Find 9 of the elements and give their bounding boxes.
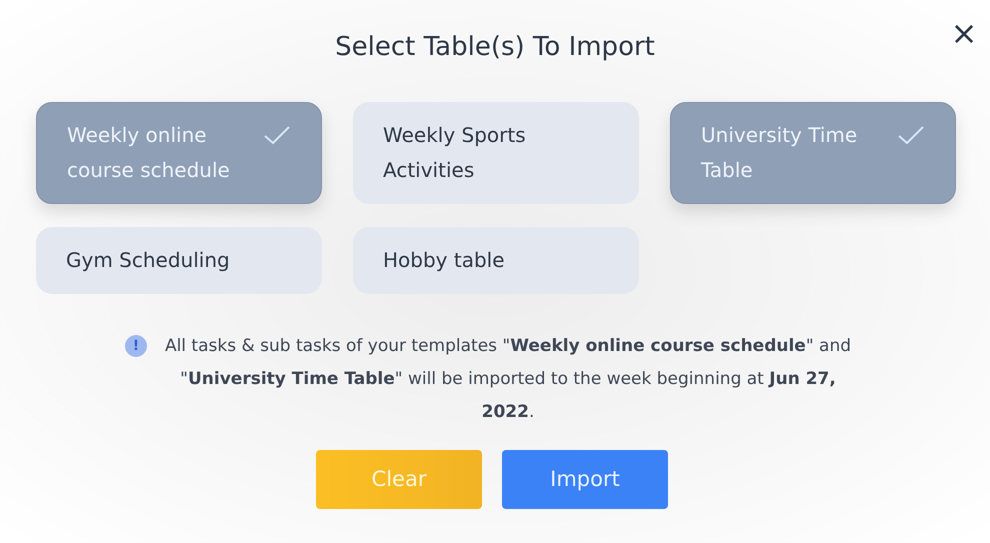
table-option[interactable]: Hobby table <box>353 227 639 294</box>
table-option[interactable]: Weekly Sports Activities <box>353 102 639 204</box>
dialog-title: Select Table(s) To Import <box>335 31 655 64</box>
info-icon: ! <box>125 335 147 357</box>
check-icon <box>897 125 925 145</box>
table-option[interactable]: Gym Scheduling <box>36 227 322 294</box>
close-button[interactable]: × <box>950 16 978 50</box>
message-text: All tasks & sub tasks of your templates "Weekly online course schedule" and "University Time Table" will be imported to the week beginning at Jun 27, 2022. <box>164 335 852 424</box>
check-icon <box>263 125 291 145</box>
